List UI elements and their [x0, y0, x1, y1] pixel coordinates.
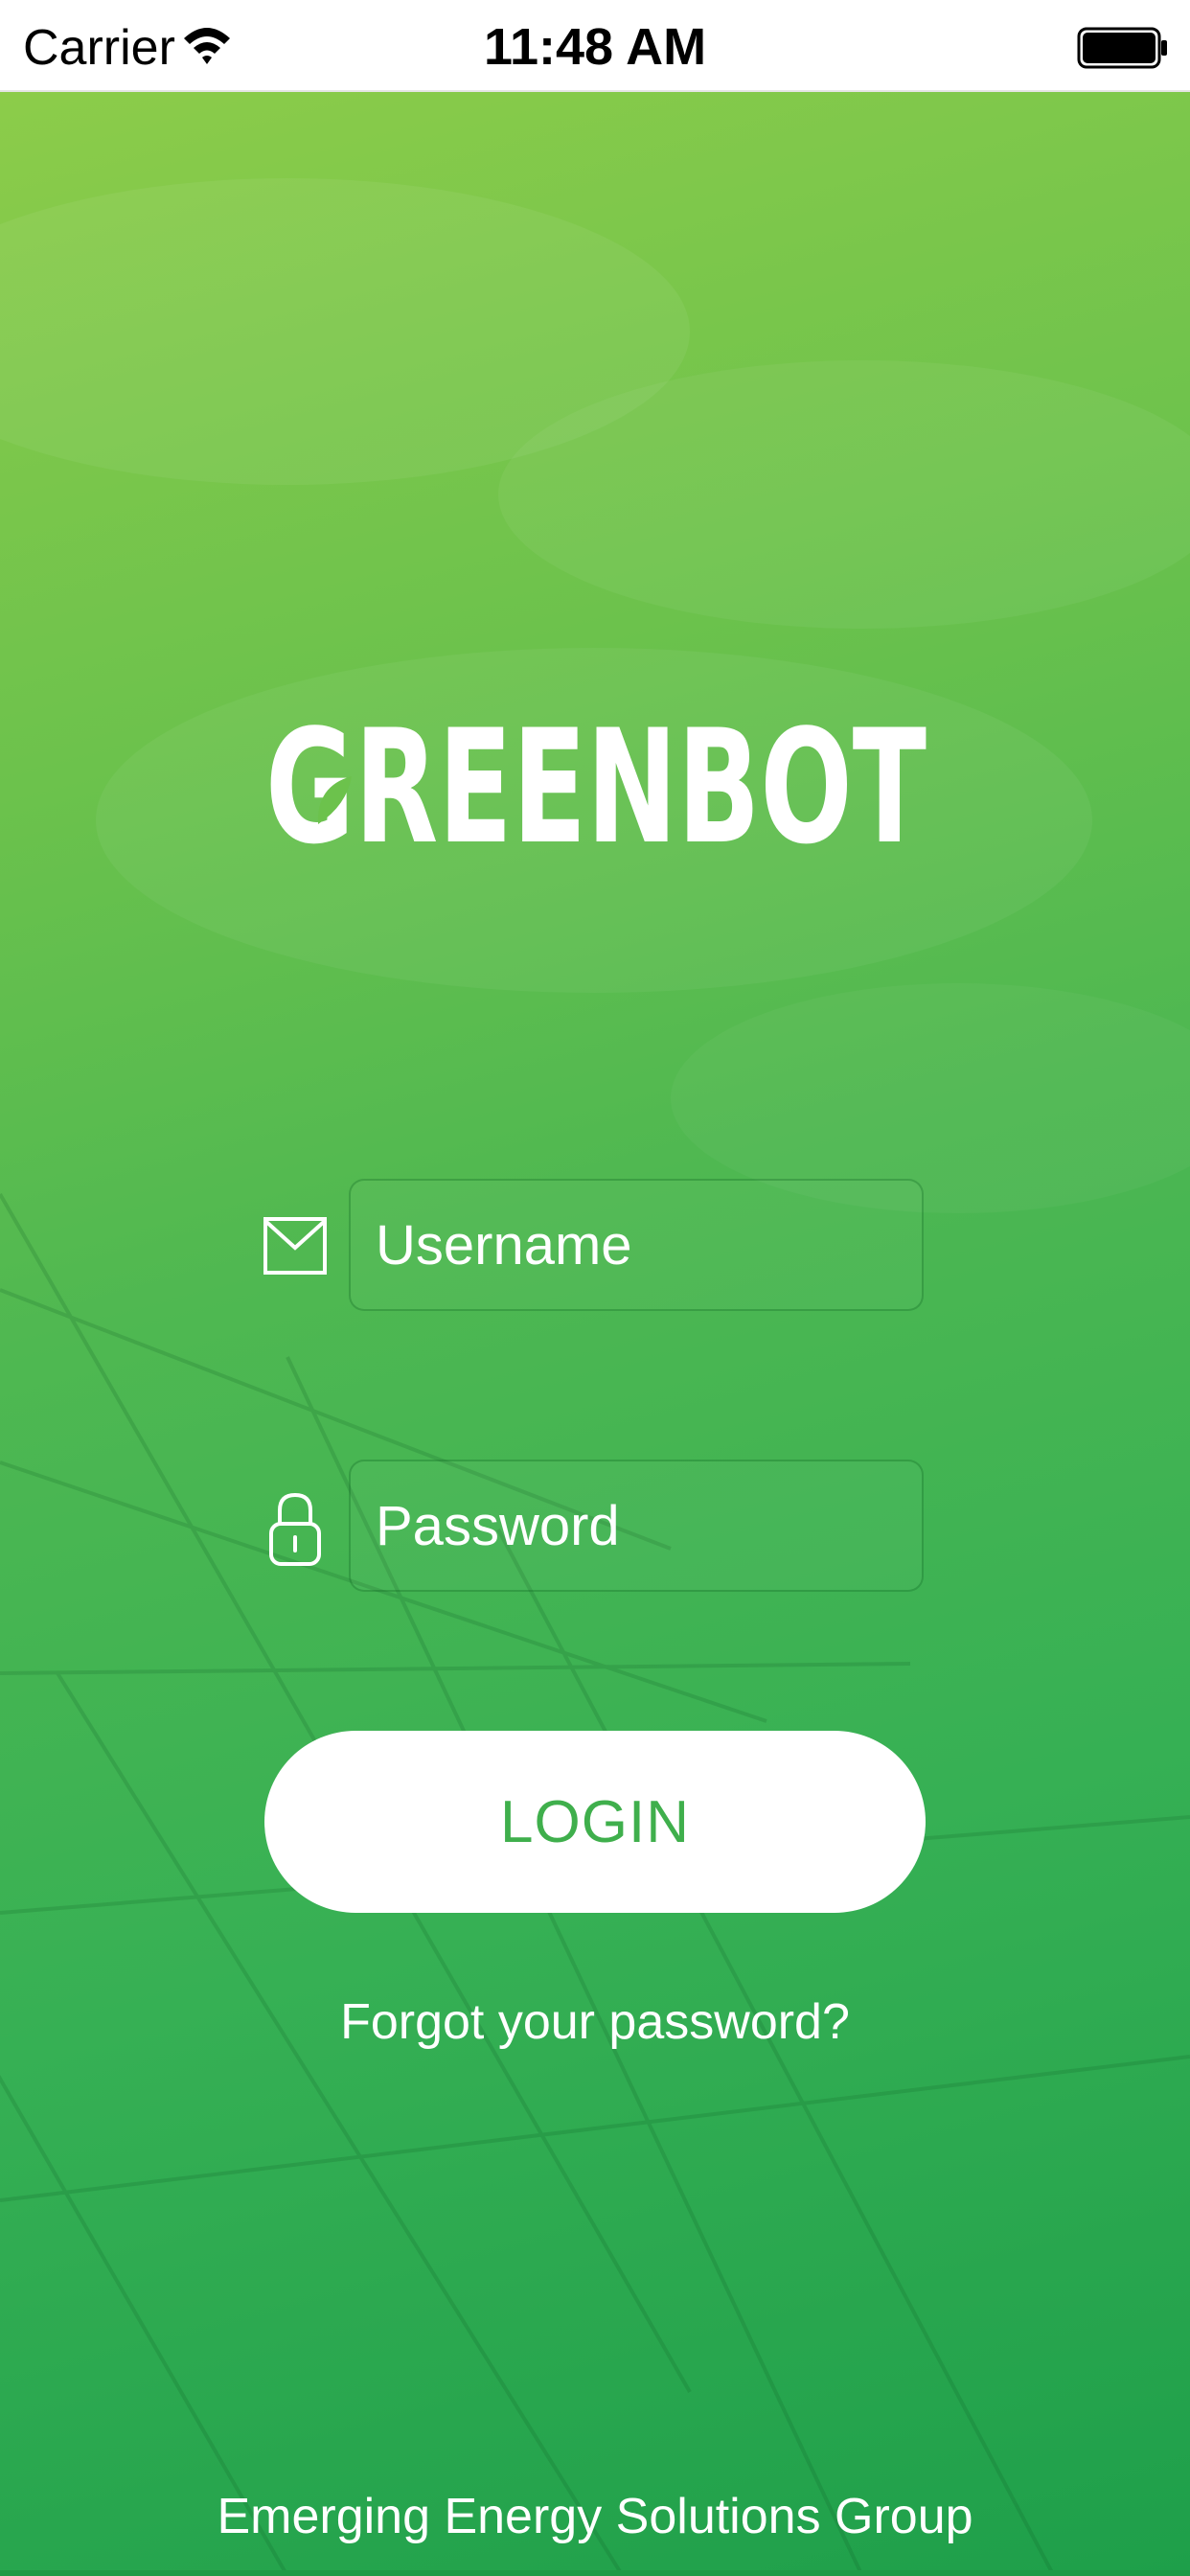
lock-icon	[269, 1492, 321, 1566]
login-button[interactable]: LOGIN	[264, 1731, 926, 1913]
solar-panel-background	[0, 92, 1190, 2576]
battery-icon	[1077, 27, 1167, 69]
password-input[interactable]	[349, 1460, 924, 1592]
username-input[interactable]	[349, 1179, 924, 1311]
forgot-password-link[interactable]: Forgot your password?	[0, 1993, 1190, 2051]
status-time: 11:48 AM	[483, 18, 707, 76]
svg-text:GREENBOT: GREENBOT	[265, 709, 927, 853]
login-screen: Carrier 11:48 AM GREENBOT Username LOGIN…	[0, 0, 1190, 2576]
bottom-edge	[0, 2570, 1190, 2576]
mail-icon	[263, 1217, 327, 1275]
status-bar: Carrier 11:48 AM	[0, 0, 1190, 92]
company-footer: Emerging Energy Solutions Group	[217, 2489, 973, 2544]
greenbot-logo: GREENBOT	[265, 709, 927, 853]
solar-panel-lines	[0, 1193, 1190, 2576]
